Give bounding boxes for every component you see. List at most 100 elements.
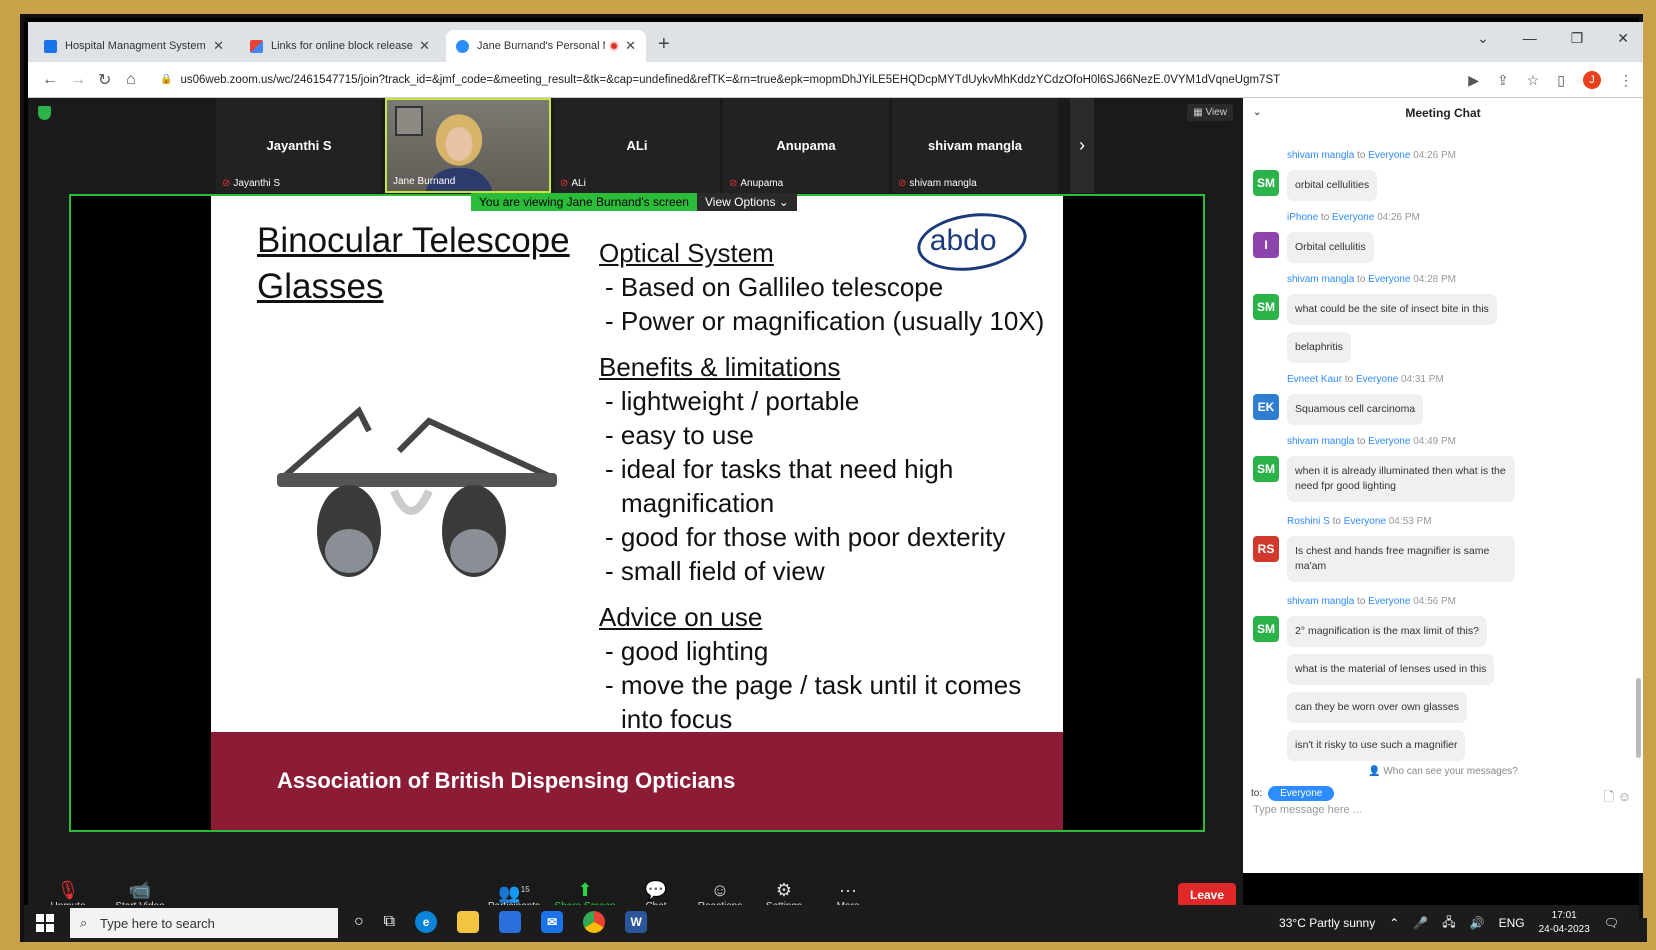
chat-message-input[interactable]: Type message here ...: [1253, 804, 1362, 816]
chat-bubble: can they be worn over own glasses: [1287, 692, 1468, 723]
slide-footer: Association of British Dispensing Optici…: [211, 732, 1063, 830]
tab-search-icon[interactable]: ⌄: [1477, 30, 1489, 47]
file-icon[interactable]: 🗋: [1604, 789, 1614, 804]
cortana-icon[interactable]: ○: [354, 913, 364, 931]
edge-icon[interactable]: e: [415, 911, 438, 933]
chat-bubble: what could be the site of insect bite in…: [1287, 294, 1497, 325]
close-tab-icon[interactable]: ✕: [419, 38, 430, 54]
recipient-dropdown[interactable]: Everyone: [1268, 786, 1335, 801]
message-meta: iPhone to Everyone 04:26 PM: [1287, 212, 1420, 223]
home-icon[interactable]: ⌂: [126, 71, 140, 89]
close-tab-icon[interactable]: ✕: [213, 38, 224, 54]
file-explorer-icon[interactable]: [457, 911, 480, 933]
avatar: SM: [1253, 294, 1279, 320]
participant-label: ⊘ ALi: [560, 178, 586, 189]
emoji-icon[interactable]: ☺: [1618, 789, 1631, 804]
chat-bubble: isn't it risky to use such a magnifier: [1287, 730, 1466, 761]
tab-title: Hospital Managment System: [65, 40, 206, 52]
bullet: - lightweight / portable: [605, 386, 860, 416]
forward-icon[interactable]: →: [70, 71, 86, 89]
language-indicator[interactable]: ENG: [1499, 916, 1525, 930]
screen-frame: Hospital Managment System ✕ Links for on…: [20, 14, 1647, 942]
chrome-icon[interactable]: [583, 911, 606, 933]
chat-scrollbar[interactable]: [1636, 678, 1641, 758]
smiley-icon: ☺: [710, 880, 730, 900]
close-window-icon[interactable]: ✕: [1617, 30, 1629, 47]
share-icon[interactable]: ⇪: [1497, 72, 1509, 89]
chat-bubble: Orbital cellulitis: [1287, 232, 1374, 263]
new-tab-icon[interactable]: +: [658, 33, 670, 56]
participant-tile[interactable]: Jayanthi S ⊘ Jayanthi S: [216, 98, 382, 193]
participant-tile[interactable]: ALi ⊘ ALi: [554, 98, 720, 193]
message-meta: shivam mangla to Everyone 04:49 PM: [1287, 436, 1457, 447]
participant-name: Jayanthi S: [266, 138, 332, 153]
side-panel-icon[interactable]: ▯: [1557, 72, 1565, 89]
avatar: SM: [1253, 170, 1279, 196]
recording-icon: [609, 41, 620, 51]
back-icon[interactable]: ←: [42, 71, 58, 89]
minimize-icon[interactable]: —: [1523, 30, 1537, 47]
browser-tab-zoom[interactable]: Jane Burnand's Personal Mee ✕: [446, 30, 646, 62]
camera-blocked-icon[interactable]: ▶: [1468, 72, 1479, 89]
bullet: - good for those with poor dexterity: [605, 522, 1006, 552]
bullet-continuation: magnification: [621, 488, 775, 518]
tray-chevron-icon[interactable]: ⌃: [1389, 916, 1399, 930]
taskbar-search-box[interactable]: ⌕ Type here to search: [70, 908, 338, 938]
volume-icon[interactable]: 🔊: [1470, 916, 1485, 930]
who-can-see-link[interactable]: 👤 Who can see your messages?: [1243, 766, 1643, 777]
bullet: - ideal for tasks that need high: [605, 454, 954, 484]
participant-tile[interactable]: Anupama ⊘ Anupama: [723, 98, 889, 193]
video-off-icon: 📹: [128, 880, 152, 900]
chat-input-actions: 🗋 ☺: [1604, 788, 1631, 810]
participant-label: ⊘ shivam mangla: [898, 178, 977, 189]
close-tab-icon[interactable]: ✕: [625, 38, 636, 54]
clock[interactable]: 17:01 24-04-2023: [1539, 909, 1590, 937]
leave-button[interactable]: Leave: [1178, 883, 1237, 907]
word-icon[interactable]: W: [625, 911, 648, 933]
store-icon[interactable]: [499, 911, 522, 933]
browser-actions: ▶ ⇪ ☆ ▯ J ⋮: [1468, 71, 1633, 89]
section-heading: Benefits & limitations: [599, 352, 841, 382]
chat-bubble: when it is already illuminated then what…: [1287, 456, 1515, 502]
notifications-icon[interactable]: 🗨: [1604, 916, 1619, 930]
browser-tab-hospital[interactable]: Hospital Managment System ✕: [34, 30, 234, 62]
participant-label: ⊘ Jayanthi S: [222, 178, 281, 189]
task-view-icon[interactable]: ⧉: [384, 913, 395, 931]
participant-name: ALi: [626, 138, 648, 153]
participant-tile[interactable]: shivam mangla ⊘ shivam mangla: [892, 98, 1058, 193]
system-tray: 33°C Partly sunny ⌃ 🎤 🖧 🔊 ENG 17:01 24-0…: [1279, 909, 1619, 937]
browser-tab-gmail[interactable]: Links for online block release - ai ✕: [240, 30, 440, 62]
encryption-shield-icon[interactable]: [38, 106, 51, 120]
next-page-chevron-icon[interactable]: ›: [1070, 98, 1094, 193]
weather-widget[interactable]: 33°C Partly sunny: [1279, 916, 1375, 930]
microphone-icon[interactable]: 🎤: [1413, 916, 1428, 930]
chat-bubble: belaphritis: [1287, 332, 1351, 363]
bullet: - Power or magnification (usually 10X): [605, 306, 1045, 336]
collapse-chevron-icon[interactable]: ⌄: [1253, 98, 1261, 128]
participant-label: ⊘ Anupama: [729, 178, 784, 189]
reload-icon[interactable]: ↻: [98, 70, 112, 90]
bullet: - Based on Gallileo telescope: [605, 272, 944, 302]
url-field[interactable]: 🔒 us06web.zoom.us/wc/2461547715/join?tra…: [160, 74, 1470, 86]
participant-name: Anupama: [776, 138, 836, 153]
bullet-continuation: into focus: [621, 704, 733, 734]
zoom-meeting-area: ▦ View Jayanthi S ⊘ Jayanthi S Jane Burna…: [28, 98, 1243, 873]
menu-kebab-icon[interactable]: ⋮: [1619, 72, 1633, 89]
presentation-slide: Binocular Telescope Glasses abdo Optical…: [211, 196, 1063, 830]
network-icon[interactable]: 🖧: [1442, 913, 1455, 934]
participant-strip: Jayanthi S ⊘ Jayanthi S Jane Burnand ALi …: [216, 98, 1058, 193]
restore-icon[interactable]: ❐: [1571, 30, 1584, 47]
telescope-glasses-image: [277, 406, 557, 577]
gear-icon: ⚙: [775, 880, 793, 900]
profile-avatar[interactable]: J: [1583, 71, 1601, 89]
mail-icon[interactable]: ✉: [541, 911, 564, 933]
bookmark-star-icon[interactable]: ☆: [1527, 72, 1540, 89]
view-button[interactable]: ▦ View: [1187, 104, 1233, 121]
message-meta: Roshini S to Everyone 04:53 PM: [1287, 516, 1432, 527]
participant-tile-video[interactable]: Jane Burnand: [385, 98, 551, 193]
windows-start-icon[interactable]: [36, 914, 54, 932]
view-options-button[interactable]: View Options ⌄: [696, 193, 797, 211]
avatar: EK: [1253, 394, 1279, 420]
message-meta: shivam mangla to Everyone 04:28 PM: [1287, 274, 1457, 285]
share-banner: You are viewing Jane Burnand's screen Vi…: [471, 193, 797, 211]
